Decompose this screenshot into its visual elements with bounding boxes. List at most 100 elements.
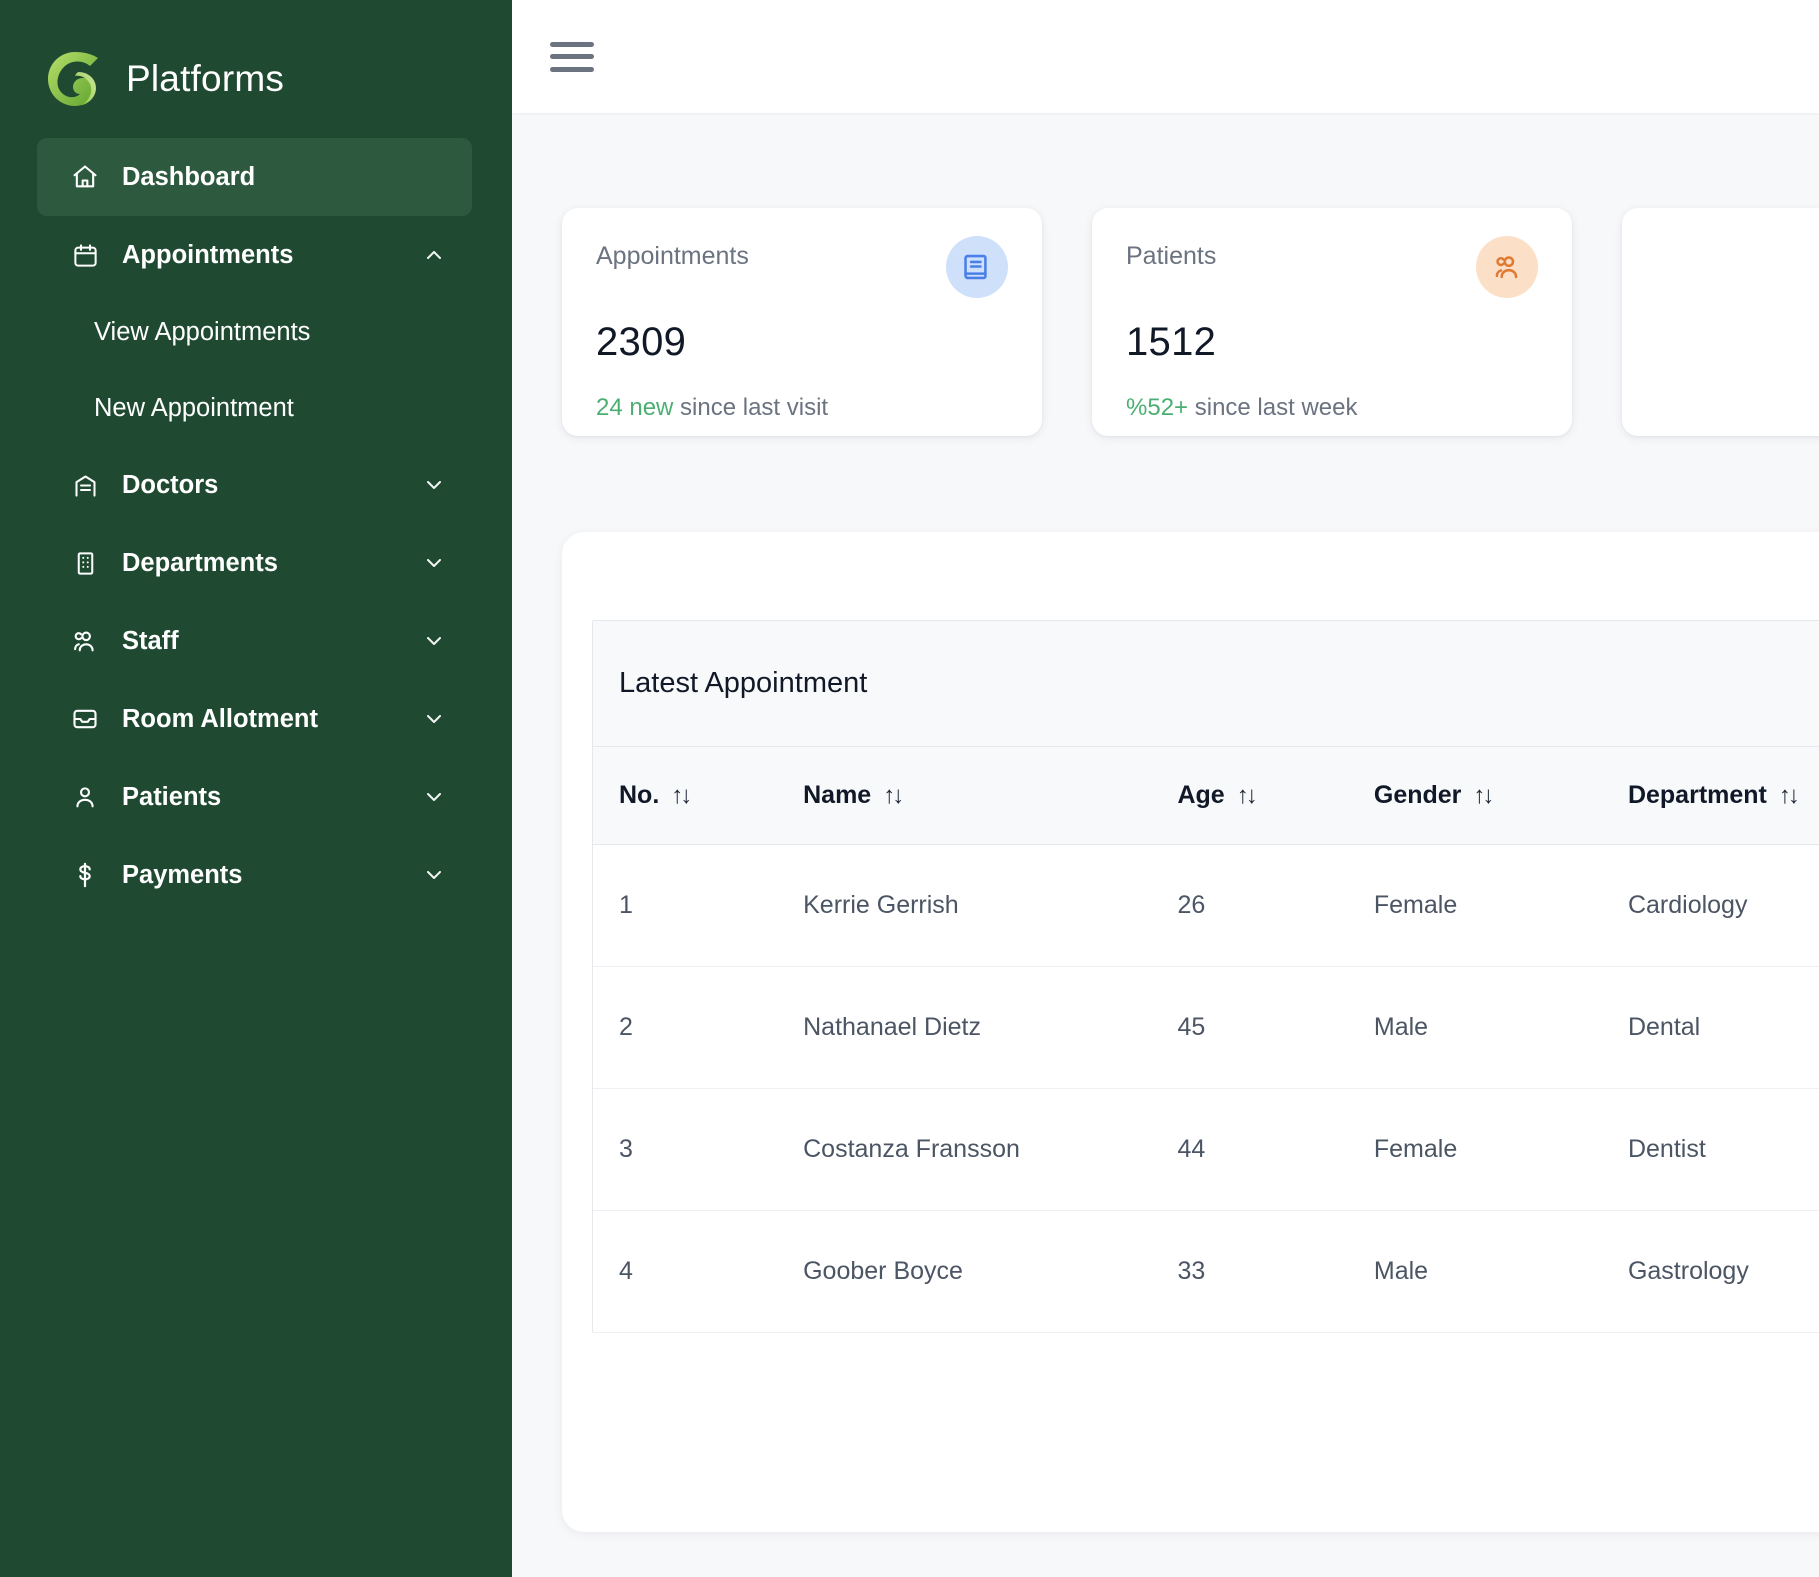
sidebar-item-departments[interactable]: Departments [37, 524, 472, 602]
main-area: Appointments 2309 24 new since last visi… [512, 0, 1819, 1577]
app-root: Platforms Dashboard Appointments View Ap… [0, 0, 1819, 1577]
table-row[interactable]: 4 Goober Boyce 33 Male Gastrology [593, 1210, 1819, 1333]
column-header-age[interactable]: Age ↑↓ [1151, 747, 1348, 845]
table-body: 1 Kerrie Gerrish 26 Female Cardiology 2 … [593, 844, 1819, 1333]
chevron-down-icon[interactable] [422, 473, 446, 497]
sidebar-item-appointments[interactable]: Appointments [37, 216, 472, 294]
sort-toggle-icon[interactable]: ↑↓ [1779, 782, 1800, 810]
sidebar-item-label: Dashboard [122, 162, 256, 191]
clinic-building-icon [70, 470, 100, 500]
latest-appointment-table: No. ↑↓ Name ↑↓ Age ↑↓ Gender ↑↓ Department ↑↓… [593, 747, 1819, 1333]
sidebar-item-staff[interactable]: Staff [37, 602, 472, 680]
calendar-icon [70, 240, 100, 270]
sidebar-item-payments[interactable]: Payments [37, 836, 472, 914]
column-label: No. [619, 781, 660, 809]
brand-title: Platforms [126, 58, 285, 99]
dollar-icon [70, 860, 100, 890]
cell-name: Costanza Fransson [777, 1088, 1152, 1211]
cell-department: Dental [1601, 966, 1819, 1089]
hamburger-bar [550, 54, 594, 59]
chevron-down-icon[interactable] [422, 551, 446, 575]
topbar [512, 0, 1819, 113]
sidebar-item-label: Payments [122, 860, 243, 889]
chevron-down-icon[interactable] [422, 863, 446, 887]
home-icon [70, 162, 100, 192]
cell-age: 44 [1151, 1088, 1348, 1211]
chevron-down-icon[interactable] [422, 707, 446, 731]
office-building-icon [70, 548, 100, 578]
column-label: Name [803, 781, 872, 809]
table-container: Latest Appointment No. ↑↓ Name ↑↓ Age ↑↓ Ge… [592, 620, 1819, 1333]
cell-name: Kerrie Gerrish [777, 844, 1152, 967]
stat-card-delta-suffix: since last week [1188, 394, 1358, 421]
sort-toggle-icon[interactable]: ↑↓ [883, 782, 904, 810]
cell-no: 2 [593, 966, 778, 1089]
sidebar-subitem-label: View Appointments [94, 317, 311, 346]
stat-card-header: Patients [1126, 236, 1538, 298]
chevron-down-icon[interactable] [422, 785, 446, 809]
stat-card-appointments[interactable]: Appointments 2309 24 new since last visi… [562, 208, 1042, 436]
stat-card-subtext: 24 new since last visit [596, 394, 1008, 422]
sort-toggle-icon[interactable]: ↑↓ [1237, 782, 1258, 810]
sort-toggle-icon[interactable]: ↑↓ [671, 782, 692, 810]
cell-department: Dentist [1601, 1088, 1819, 1211]
sort-toggle-icon[interactable]: ↑↓ [1473, 782, 1494, 810]
table-row[interactable]: 1 Kerrie Gerrish 26 Female Cardiology [593, 844, 1819, 967]
stat-card-delta: %52+ [1126, 394, 1189, 421]
table-row[interactable]: 2 Nathanael Dietz 45 Male Dental [593, 966, 1819, 1089]
cell-age: 33 [1151, 1210, 1348, 1333]
column-header-no[interactable]: No. ↑↓ [593, 747, 778, 845]
sidebar: Platforms Dashboard Appointments View Ap… [0, 0, 512, 1577]
stat-card-overflow[interactable] [1622, 208, 1819, 436]
sidebar-subitem-new-appointment[interactable]: New Appointment [37, 370, 472, 446]
sidebar-item-room-allotment[interactable]: Room Allotment [37, 680, 472, 758]
stat-card-title: Patients [1126, 242, 1217, 270]
stat-card-value: 2309 [596, 320, 687, 364]
stat-card-delta: 24 new [596, 394, 674, 421]
spiral-g-logo-icon [46, 50, 104, 108]
table-row[interactable]: 3 Costanza Fransson 44 Female Dentist [593, 1088, 1819, 1211]
stat-card-title: Appointments [596, 242, 749, 270]
sidebar-item-patients[interactable]: Patients [37, 758, 472, 836]
cell-name: Goober Boyce [777, 1210, 1152, 1333]
hamburger-icon[interactable] [550, 40, 594, 74]
user-icon [70, 782, 100, 812]
column-header-department[interactable]: Department ↑↓ [1601, 747, 1819, 845]
sidebar-subitem-view-appointments[interactable]: View Appointments [37, 294, 472, 370]
sidebar-item-dashboard[interactable]: Dashboard [37, 138, 472, 216]
cell-no: 3 [593, 1088, 778, 1211]
column-header-name[interactable]: Name ↑↓ [777, 747, 1152, 845]
column-label: Gender [1373, 781, 1462, 809]
cell-gender: Male [1347, 966, 1602, 1089]
table-header-row: No. ↑↓ Name ↑↓ Age ↑↓ Gender ↑↓ Department ↑↓ [593, 747, 1819, 845]
content-region: Appointments 2309 24 new since last visi… [512, 113, 1819, 1532]
cell-department: Gastrology [1601, 1210, 1819, 1333]
latest-appointment-panel: Latest Appointment No. ↑↓ Name ↑↓ Age ↑↓ Ge… [562, 532, 1819, 1532]
inbox-icon [70, 704, 100, 734]
cell-age: 26 [1151, 844, 1348, 967]
chevron-down-icon[interactable] [422, 629, 446, 653]
cell-gender: Female [1347, 1088, 1602, 1211]
cell-no: 1 [593, 844, 778, 967]
stat-card-header: Appointments [596, 236, 1008, 298]
sidebar-subitem-label: New Appointment [94, 393, 294, 422]
hamburger-bar [550, 66, 594, 72]
sidebar-item-doctors[interactable]: Doctors [37, 446, 472, 524]
sidebar-item-label: Appointments [122, 240, 294, 269]
sidebar-item-label: Departments [122, 548, 278, 577]
brand[interactable]: Platforms [0, 0, 512, 120]
column-label: Department [1627, 781, 1767, 809]
cell-no: 4 [593, 1210, 778, 1333]
cell-gender: Female [1347, 844, 1602, 967]
stat-card-patients[interactable]: Patients 1512 %52+ since last week [1092, 208, 1572, 436]
stat-cards-row: Appointments 2309 24 new since last visi… [562, 208, 1819, 436]
table-caption: Latest Appointment [593, 621, 1819, 747]
chevron-up-icon[interactable] [422, 243, 446, 267]
stat-card-subtext: %52+ since last week [1126, 394, 1538, 422]
column-header-gender[interactable]: Gender ↑↓ [1347, 747, 1602, 845]
users-icon [70, 626, 100, 656]
column-label: Age [1177, 781, 1225, 809]
cell-department: Cardiology [1601, 844, 1819, 967]
table-head: No. ↑↓ Name ↑↓ Age ↑↓ Gender ↑↓ Department ↑↓ [593, 747, 1819, 845]
cell-gender: Male [1347, 1210, 1602, 1333]
